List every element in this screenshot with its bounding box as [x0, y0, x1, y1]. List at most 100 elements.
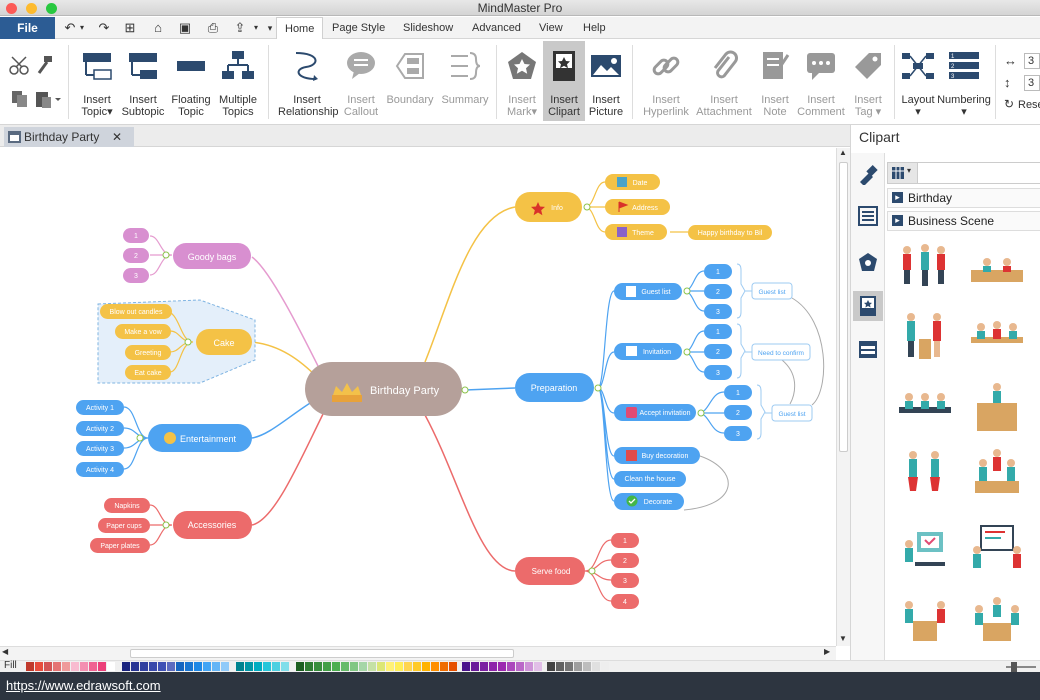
color-swatch[interactable] [203, 662, 211, 671]
color-swatch[interactable] [601, 662, 609, 671]
floating-topic-button[interactable]: Floating Topic [164, 41, 218, 121]
format-painter-icon[interactable] [34, 55, 54, 75]
vertical-scroll-thumb[interactable] [839, 162, 848, 452]
color-swatch[interactable] [498, 662, 506, 671]
info-child-address[interactable]: Address [605, 199, 670, 215]
invitation-child[interactable]: 2 [704, 344, 732, 359]
clipart-business-people-group[interactable] [895, 240, 955, 300]
color-swatch[interactable] [404, 662, 412, 671]
scroll-up-icon[interactable]: ▲ [839, 148, 847, 157]
info-child-theme[interactable]: Theme [605, 224, 667, 240]
invitation-topic[interactable]: Invitation [614, 343, 682, 360]
color-swatch[interactable] [44, 662, 52, 671]
color-swatch[interactable] [245, 662, 253, 671]
scroll-left-icon[interactable]: ◀ [2, 647, 8, 656]
color-swatch[interactable] [26, 662, 34, 671]
guest-list-topic[interactable]: Guest list [614, 283, 682, 300]
color-swatch[interactable] [98, 662, 106, 671]
guest-list-child[interactable]: 3 [704, 304, 732, 319]
accept-invitation-child[interactable]: 3 [724, 426, 752, 441]
reset-icon[interactable]: ↻ [1004, 97, 1014, 111]
serve-food-child[interactable]: 4 [611, 594, 639, 609]
collapse-handle[interactable] [162, 251, 170, 259]
color-swatch[interactable] [449, 662, 457, 671]
color-swatch[interactable] [167, 662, 175, 671]
scroll-right-icon[interactable]: ▶ [824, 647, 830, 656]
slides-panel-icon[interactable] [857, 338, 879, 360]
horizontal-scroll-thumb[interactable] [130, 649, 514, 658]
goody-bags-child[interactable]: 1 [123, 228, 149, 243]
cake-child[interactable]: Blow out candles [100, 304, 172, 319]
clipart-search-box[interactable]: ▾ [887, 162, 1040, 184]
horizontal-scrollbar[interactable]: ◀ ▶ [0, 646, 836, 660]
color-swatch[interactable] [386, 662, 394, 671]
export-icon[interactable]: ⇪ [232, 20, 248, 36]
color-swatch[interactable] [305, 662, 313, 671]
close-tab-icon[interactable]: ✕ [112, 127, 122, 147]
tab-slideshow[interactable]: Slideshow [395, 17, 461, 39]
color-swatch[interactable] [574, 662, 582, 671]
color-swatch[interactable] [131, 662, 139, 671]
central-topic[interactable]: Birthday Party [305, 362, 462, 416]
color-swatch[interactable] [35, 662, 43, 671]
website-link[interactable]: https://www.edrawsoft.com [6, 678, 161, 693]
color-swatch[interactable] [471, 662, 479, 671]
cake-child[interactable]: Greeting [125, 345, 171, 360]
color-swatch[interactable] [440, 662, 448, 671]
guest-list-child[interactable]: 1 [704, 264, 732, 279]
color-swatch[interactable] [71, 662, 79, 671]
decorate-topic[interactable]: Decorate [614, 493, 684, 510]
color-swatch[interactable] [395, 662, 403, 671]
color-swatch[interactable] [592, 662, 600, 671]
color-swatch[interactable] [431, 662, 439, 671]
color-swatch[interactable] [489, 662, 497, 671]
accept-invitation-topic[interactable]: Accept invitation [614, 404, 696, 421]
insert-mark-button[interactable]: Insert Mark▾ [498, 41, 546, 121]
insert-note-button[interactable]: Insert Note [750, 41, 800, 121]
outline-list-icon[interactable] [857, 205, 879, 227]
invitation-child[interactable]: 1 [704, 324, 732, 339]
color-swatch[interactable] [212, 662, 220, 671]
numbering-button[interactable]: 123 Numbering ▾ [937, 41, 991, 121]
color-swatch[interactable] [107, 662, 115, 671]
color-swatch[interactable] [158, 662, 166, 671]
accept-invitation-child[interactable]: 1 [724, 385, 752, 400]
boundary-button[interactable]: Boundary [383, 41, 437, 121]
multiple-topics-button[interactable]: Multiple Topics [211, 41, 265, 121]
invitation-callout[interactable]: Need to confirm [751, 343, 811, 361]
theme-note[interactable]: Happy birthday to Bil [688, 225, 772, 240]
collapse-handle[interactable] [184, 338, 192, 346]
undo-dropdown-icon[interactable]: ▾ [74, 20, 90, 36]
goody-bags-topic[interactable]: Goody bags [173, 243, 251, 269]
serve-food-child[interactable]: 3 [611, 573, 639, 588]
entertainment-topic[interactable]: Entertainment [148, 424, 252, 452]
clipart-couple[interactable] [895, 447, 955, 507]
scroll-down-icon[interactable]: ▼ [839, 634, 847, 643]
horizontal-spacing-input[interactable]: 3 [1024, 53, 1040, 69]
color-swatch[interactable] [53, 662, 61, 671]
color-swatch[interactable] [314, 662, 322, 671]
color-swatch[interactable] [534, 662, 542, 671]
serve-food-child[interactable]: 1 [611, 533, 639, 548]
color-swatch[interactable] [422, 662, 430, 671]
redo-icon[interactable]: ↷ [96, 20, 112, 36]
color-swatch[interactable] [480, 662, 488, 671]
collapse-handle[interactable] [136, 434, 144, 442]
close-window-button[interactable] [6, 3, 17, 14]
invitation-child[interactable]: 3 [704, 365, 732, 380]
accessories-child[interactable]: Napkins [104, 498, 150, 513]
color-swatch[interactable] [221, 662, 229, 671]
color-swatch[interactable] [236, 662, 244, 671]
accessories-topic[interactable]: Accessories [173, 511, 252, 539]
print-icon[interactable]: ⎙ [205, 20, 221, 36]
color-swatch[interactable] [281, 662, 289, 671]
preparation-topic[interactable]: Preparation [515, 373, 594, 402]
clipart-panel-tab[interactable] [853, 291, 883, 321]
clipart-category-birthday[interactable]: ▸ Birthday [887, 188, 1040, 208]
zoom-window-button[interactable] [46, 3, 57, 14]
document-tab[interactable]: Birthday Party ✕ [4, 127, 134, 147]
accessories-child[interactable]: Paper cups [98, 518, 150, 533]
color-swatch[interactable] [359, 662, 367, 671]
color-swatch[interactable] [525, 662, 533, 671]
color-swatch[interactable] [185, 662, 193, 671]
